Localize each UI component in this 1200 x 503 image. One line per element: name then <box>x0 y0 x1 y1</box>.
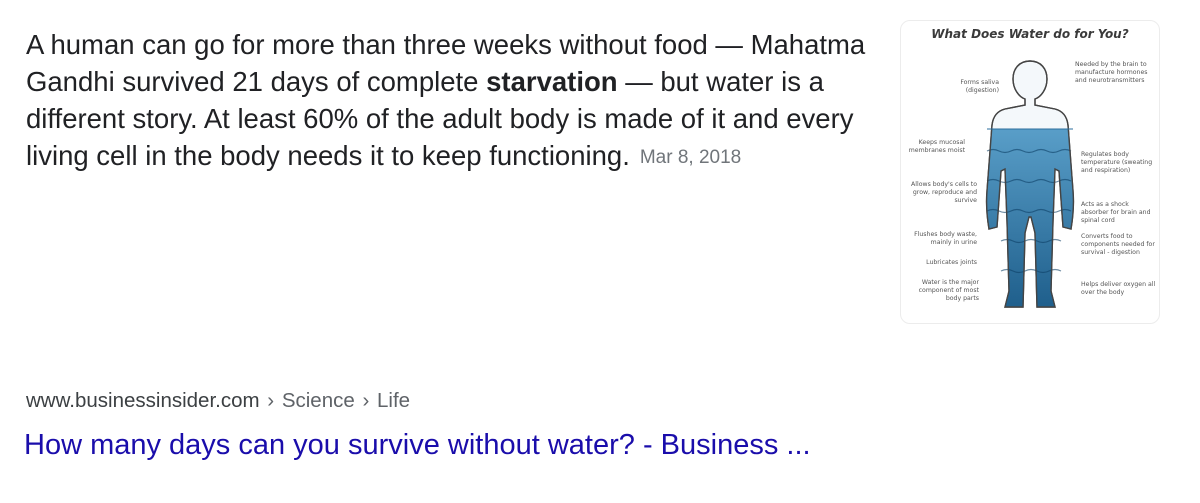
breadcrumb-science: Science <box>281 389 355 412</box>
thumb-caption-left-4: Flushes body waste, mainly in urine <box>914 231 977 246</box>
snippet-date: Mar 8, 2018 <box>639 147 742 168</box>
thumb-caption-left-3: Allows body's cells to grow, reproduce a… <box>911 181 977 204</box>
snippet-bold-term: starvation <box>486 66 618 97</box>
thumb-caption-right-2: Regulates body temperature (sweating and… <box>1081 151 1153 174</box>
thumb-caption-left-5: Lubricates joints <box>926 259 977 266</box>
thumb-caption-left-6: Water is the major component of most bod… <box>918 279 979 302</box>
result-title-link[interactable]: How many days can you survive without wa… <box>24 429 811 462</box>
thumb-caption-left-2: Keeps mucosal membranes moist <box>908 139 965 154</box>
thumb-caption-right-3: Acts as a shock absorber for brain and s… <box>1081 201 1151 224</box>
thumb-caption-left-1: Forms saliva (digestion) <box>960 79 999 94</box>
thumb-caption-right-4: Converts food to components needed for s… <box>1081 233 1155 256</box>
thumb-caption-right-5: Helps deliver oxygen all over the body <box>1081 281 1156 296</box>
thumb-caption-right-1: Needed by the brain to manufacture hormo… <box>1075 61 1148 84</box>
snippet-thumbnail-image[interactable]: What Does Water do for You? Forms saliva… <box>900 20 1160 324</box>
featured-snippet-text: A human can go for more than three weeks… <box>26 26 866 176</box>
breadcrumb-separator-2: › <box>362 389 370 412</box>
breadcrumb-separator-1: › <box>267 389 275 412</box>
cite-domain: www.businessinsider.com <box>26 389 260 412</box>
thumbnail-title: What Does Water do for You? <box>931 27 1129 41</box>
breadcrumb-life: Life <box>376 389 411 412</box>
result-cite-breadcrumb[interactable]: www.businessinsider.com › Science › Life <box>26 389 410 413</box>
